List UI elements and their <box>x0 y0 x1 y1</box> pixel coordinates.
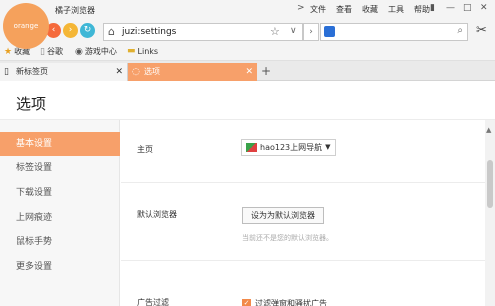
default-browser-hint: 当前还不是您的默认浏览器。 <box>242 234 333 242</box>
sidebar-item-basic[interactable]: 基本设置 <box>0 132 120 156</box>
tab-new-tab[interactable]: ▯ 新标签页 ✕ <box>0 63 128 81</box>
settings-icon: ◌ <box>132 67 140 77</box>
star-icon: ★ <box>4 46 13 57</box>
bookmark-label: 游戏中心 <box>84 47 117 56</box>
browser-window: 橘子浏览器 > 文件 查看 收藏 工具 帮助 ▮ — □ ✕ orange ‹ … <box>0 0 495 306</box>
adblock-checkbox[interactable]: ✓ 过滤弹窗和骚扰广告 <box>242 298 327 306</box>
settings-sidebar: 基本设置 标签设置 下载设置 上网痕迹 鼠标手势 更多设置 <box>0 120 120 306</box>
homepage-select[interactable]: hao123上网导航 ▼ <box>241 139 336 156</box>
skin-icon[interactable]: ▮ <box>430 3 435 13</box>
menu-view[interactable]: 查看 <box>336 4 352 15</box>
search-engine-icon[interactable] <box>324 26 335 37</box>
bookmark-google[interactable]: ▯ 谷歌 <box>40 46 63 57</box>
close-tab-icon[interactable]: ✕ <box>245 63 253 81</box>
address-input[interactable]: juzi:settings <box>122 27 176 37</box>
bookmark-game-center[interactable]: ◉ 游戏中心 <box>75 46 117 57</box>
home-icon[interactable]: ⌂ <box>108 25 115 38</box>
gamepad-icon: ◉ <box>75 46 83 57</box>
app-logo: orange <box>3 3 49 49</box>
sidebar-item-gestures[interactable]: 鼠标手势 <box>0 230 120 254</box>
tab-options[interactable]: ◌ 选项 ✕ <box>128 63 257 81</box>
scroll-up-icon[interactable]: ▲ <box>486 126 491 134</box>
app-title: 橘子浏览器 <box>55 6 95 15</box>
adblock-label: 广告过滤 <box>137 298 169 306</box>
search-icon[interactable]: ⌕ <box>457 25 463 36</box>
menu-tools[interactable]: 工具 <box>388 4 404 15</box>
bookmark-links[interactable]: ▬ Links <box>127 46 158 56</box>
refresh-icon[interactable]: ↻ <box>80 23 95 38</box>
address-bar[interactable]: ⌂ juzi:settings ☆ ∨ <box>103 23 303 41</box>
menu-file[interactable]: 文件 <box>310 4 326 15</box>
bookmarks-bar: ★ 收藏 ▯ 谷歌 ◉ 游戏中心 ▬ Links <box>0 44 495 61</box>
sidebar-item-more[interactable]: 更多设置 <box>0 255 120 279</box>
folder-icon: ▬ <box>127 46 136 56</box>
tab-label: 新标签页 <box>16 67 48 76</box>
scrollbar-thumb[interactable] <box>487 160 493 208</box>
menu-bar: 文件 查看 收藏 工具 帮助 <box>310 4 440 15</box>
maximize-icon[interactable]: □ <box>463 3 472 13</box>
search-box[interactable]: ⌕ <box>320 23 468 41</box>
favorite-star-icon[interactable]: ☆ <box>270 25 280 38</box>
page-icon: ▯ <box>40 46 45 57</box>
bookmark-label: 谷歌 <box>46 47 63 56</box>
page-title: 选项 <box>16 95 47 113</box>
divider <box>121 260 485 261</box>
forward-arrow-icon[interactable]: › <box>63 23 78 38</box>
settings-page: 选项 基本设置 标签设置 下载设置 上网痕迹 鼠标手势 更多设置 主页 hao1… <box>0 81 495 306</box>
menu-favorites[interactable]: 收藏 <box>362 4 378 15</box>
hao123-icon <box>246 143 257 152</box>
sidebar-item-download[interactable]: 下载设置 <box>0 181 120 205</box>
sidebar-item-tabs[interactable]: 标签设置 <box>0 156 120 180</box>
tab-bar: ▯ 新标签页 ✕ ◌ 选项 ✕ + <box>0 61 495 81</box>
close-icon[interactable]: ✕ <box>480 3 488 13</box>
menu-help[interactable]: 帮助 <box>414 4 430 15</box>
homepage-value: hao123上网导航 <box>260 143 323 152</box>
menu-chevron[interactable]: > <box>297 3 305 13</box>
sidebar-item-history[interactable]: 上网痕迹 <box>0 206 120 230</box>
chevron-down-icon: ▼ <box>325 143 331 151</box>
set-default-browser-button[interactable]: 设为为默认浏览器 <box>242 207 324 224</box>
bookmark-label: Links <box>137 46 159 56</box>
minimize-icon[interactable]: — <box>446 3 455 13</box>
divider <box>121 182 485 183</box>
navigation-bar: ‹ › ↻ ⌂ juzi:settings ☆ ∨ › ⌕ ✂ <box>0 20 495 44</box>
scrollbar[interactable]: ▲ <box>485 120 495 306</box>
homepage-label: 主页 <box>137 145 153 154</box>
tab-label: 选项 <box>144 67 160 76</box>
scissors-icon[interactable]: ✂ <box>476 23 487 38</box>
new-tab-plus-icon[interactable]: + <box>261 64 271 78</box>
adblock-option-label: 过滤弹窗和骚扰广告 <box>255 299 327 306</box>
page-icon: ▯ <box>4 67 9 77</box>
title-bar: 橘子浏览器 > 文件 查看 收藏 工具 帮助 ▮ — □ ✕ <box>0 0 495 20</box>
checkmark-icon[interactable]: ✓ <box>242 299 251 306</box>
address-dropdown-icon[interactable]: ∨ <box>290 26 297 36</box>
go-forward-icon[interactable]: › <box>303 23 319 41</box>
settings-content: 主页 hao123上网导航 ▼ 默认浏览器 设为为默认浏览器 当前还不是您的默认… <box>121 120 485 306</box>
default-browser-label: 默认浏览器 <box>137 210 177 219</box>
close-tab-icon[interactable]: ✕ <box>115 63 123 81</box>
